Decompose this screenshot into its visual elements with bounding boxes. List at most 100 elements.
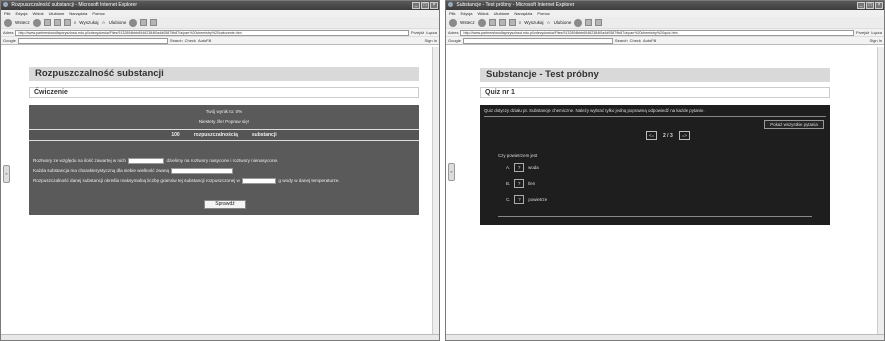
links-label[interactable]: Łącza [871, 30, 882, 35]
minimize-button[interactable]: _ [412, 2, 420, 9]
links-label[interactable]: Łącza [426, 30, 437, 35]
feedback-text: Niestety źle! Popraw się! [198, 119, 250, 124]
maximize-button[interactable]: □ [866, 2, 874, 9]
back-icon[interactable] [4, 18, 12, 27]
google-search-button[interactable]: Search [615, 38, 628, 43]
gap-input[interactable] [128, 158, 165, 164]
menu-favorites[interactable]: Ulubione [494, 10, 510, 17]
side-handle[interactable]: » [448, 163, 455, 181]
star-icon[interactable]: ☆ [102, 20, 106, 26]
media-icon[interactable] [574, 18, 583, 27]
forward-icon[interactable] [32, 18, 41, 27]
favorites-label[interactable]: Ulubione [554, 20, 572, 25]
answer-word[interactable]: 100 [171, 132, 179, 138]
option-letter: B. [506, 181, 511, 186]
media-icon[interactable] [129, 18, 138, 27]
gap-input[interactable] [242, 178, 277, 184]
side-handle[interactable]: » [3, 165, 10, 183]
close-button[interactable]: × [430, 2, 438, 9]
search-icon[interactable]: ⌕ [74, 20, 77, 25]
gap-input[interactable] [171, 168, 234, 174]
toolbar: Wstecz ⌕ Wyszukaj ☆ Ulubione [446, 17, 884, 29]
sentence-text: Roztwory ze względu na ilość zawartej w … [33, 158, 126, 164]
menu-tools[interactable]: Narzędzia [514, 10, 532, 17]
option-mark-button[interactable]: ? [514, 163, 525, 172]
address-label: Adres [3, 30, 14, 35]
score-text: Twój wynik to: 0% [205, 109, 243, 114]
quiz-panel: Quiz dotyczy działu pt. Substancje chemi… [480, 105, 830, 225]
menu-edit[interactable]: Edycja [15, 10, 27, 17]
menu-favorites[interactable]: Ulubione [49, 10, 65, 17]
google-signin-link[interactable]: Sign In [870, 38, 882, 43]
page-title: Substancje - Test próbny [480, 68, 830, 82]
google-autofill-button[interactable]: AutoFill [198, 38, 211, 43]
google-signin-link[interactable]: Sign In [425, 38, 437, 43]
check-button[interactable]: Sprawdź [204, 200, 246, 209]
menu-help[interactable]: Pomoc [92, 10, 104, 17]
scrollbar[interactable] [432, 47, 439, 334]
favorites-label[interactable]: Ulubione [109, 20, 127, 25]
answer-word[interactable]: rozpuszczalnością [194, 132, 238, 138]
back-icon[interactable] [449, 18, 457, 27]
menu-help[interactable]: Pomoc [537, 10, 549, 17]
google-logo: Google [3, 38, 16, 43]
address-input[interactable]: http://www.partnerstwodlaprzyszlosci.edu… [15, 29, 409, 36]
stop-icon[interactable] [488, 19, 496, 26]
star-icon[interactable]: ☆ [547, 20, 551, 26]
back-label[interactable]: Wstecz [15, 20, 30, 25]
google-toolbar: Google Search Check AutoFill Sign In [1, 37, 439, 45]
menu-view[interactable]: Widok [477, 10, 488, 17]
print-icon[interactable] [595, 19, 603, 26]
page-content: » Rozpuszczalność substancji Ćwiczenie T… [1, 47, 439, 334]
home-icon[interactable] [63, 19, 71, 26]
close-button[interactable]: × [875, 2, 883, 9]
search-label[interactable]: Wyszukaj [524, 20, 543, 25]
question-counter: 2 / 3 [663, 132, 673, 139]
go-button[interactable]: Przejdź [411, 30, 424, 35]
menu-tools[interactable]: Narzędzia [69, 10, 87, 17]
google-autofill-button[interactable]: AutoFill [643, 38, 656, 43]
refresh-icon[interactable] [53, 19, 61, 26]
option-mark-button[interactable]: ? [514, 179, 525, 188]
title-bar: Rozpuszczalność substancji - Microsoft I… [1, 1, 439, 10]
title-bar: Substancje - Test próbny - Microsoft Int… [446, 1, 884, 10]
menu-file[interactable]: Plik [4, 10, 10, 17]
menu-edit[interactable]: Edycja [460, 10, 472, 17]
go-button[interactable]: Przejdź [856, 30, 869, 35]
answer-option-a[interactable]: A. ? woda [506, 163, 539, 172]
search-icon[interactable]: ⌕ [519, 20, 522, 25]
ie-icon [448, 2, 453, 8]
google-search-input[interactable] [17, 37, 168, 44]
address-input[interactable]: http://www.partnerstwodlaprzyszlosci.edu… [460, 29, 854, 36]
mail-icon[interactable] [585, 19, 593, 26]
show-all-questions-button[interactable]: Pokaż wszystkie pytania [764, 120, 824, 129]
minimize-button[interactable]: _ [857, 2, 865, 9]
next-question-button[interactable]: => [678, 131, 690, 140]
back-label[interactable]: Wstecz [460, 20, 475, 25]
question-navigation: <= 2 / 3 => [646, 131, 690, 140]
home-icon[interactable] [508, 19, 516, 26]
maximize-button[interactable]: □ [421, 2, 429, 9]
prev-question-button[interactable]: <= [646, 131, 657, 140]
forward-icon[interactable] [477, 18, 486, 27]
option-letter: C. [506, 197, 511, 202]
menu-file[interactable]: Plik [449, 10, 455, 17]
print-icon[interactable] [150, 19, 158, 26]
refresh-icon[interactable] [498, 19, 506, 26]
answer-option-b[interactable]: B. ? tlen [506, 179, 535, 188]
google-check-button[interactable]: Check [185, 38, 196, 43]
stop-icon[interactable] [43, 19, 51, 26]
answer-word[interactable]: substancji [252, 132, 277, 138]
address-bar: Adres http://www.partnerstwodlaprzyszlos… [1, 29, 439, 37]
option-mark-button[interactable]: ? [514, 195, 525, 204]
google-check-button[interactable]: Check [630, 38, 641, 43]
search-label[interactable]: Wyszukaj [79, 20, 98, 25]
answer-option-c[interactable]: C. ? powietrze [506, 195, 547, 204]
google-search-button[interactable]: Search [170, 38, 183, 43]
google-search-input[interactable] [462, 37, 613, 44]
mail-icon[interactable] [140, 19, 148, 26]
sentence-text: dzielimy na roztwory nasycone i roztwory… [166, 158, 279, 164]
scrollbar[interactable] [877, 47, 884, 334]
menu-view[interactable]: Widok [32, 10, 43, 17]
address-label: Adres [448, 30, 459, 35]
